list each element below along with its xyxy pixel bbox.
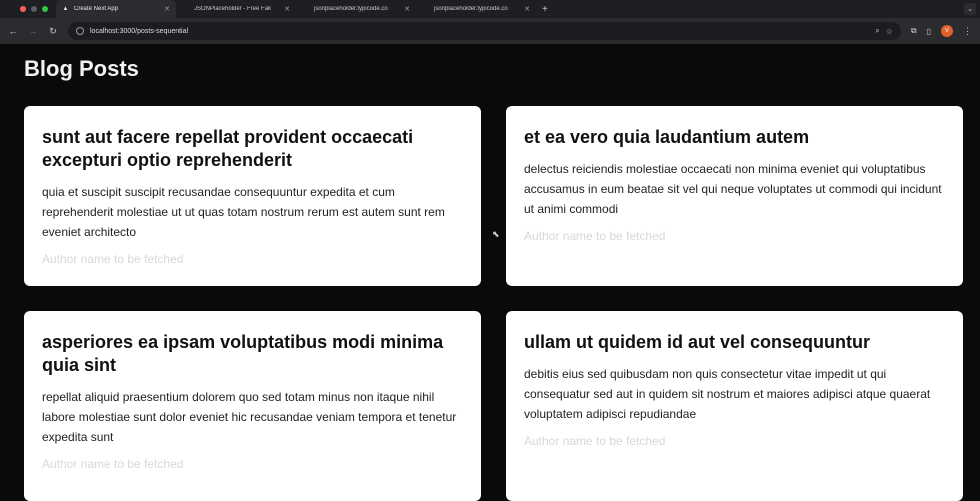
- bookmark-star-icon[interactable]: ☆: [886, 27, 893, 36]
- post-card: sunt aut facere repellat provident occae…: [24, 106, 481, 286]
- post-card: ullam ut quidem id aut vel consequuntur …: [506, 311, 963, 501]
- address-bar[interactable]: localhost:3000/posts-sequential ⌕ ☆: [68, 22, 901, 40]
- reload-icon[interactable]: ↻: [48, 26, 58, 37]
- page-viewport: Blog Posts sunt aut facere repellat prov…: [0, 44, 980, 501]
- tab-title: Create Next App: [74, 6, 119, 12]
- post-body: quia et suscipit suscipit recusandae con…: [42, 185, 445, 239]
- browser-toolbar: ← → ↻ localhost:3000/posts-sequential ⌕ …: [0, 18, 980, 44]
- forward-arrow-icon[interactable]: →: [28, 26, 38, 36]
- site-info-icon[interactable]: [76, 27, 84, 35]
- tab-create-next-app[interactable]: ▲ Create Next App ✕: [56, 0, 176, 18]
- post-title: et ea vero quia laudantium autem: [524, 127, 810, 147]
- post-author: Author name to be fetched: [42, 252, 184, 266]
- post-author: Author name to be fetched: [524, 229, 666, 243]
- tab-title: jsonplaceholder.typicode.co: [314, 6, 388, 12]
- zoom-icon[interactable]: ⌕: [875, 26, 879, 36]
- tab-title: JSONPlaceholder - Free Fak: [194, 6, 272, 12]
- tab-title: jsonplaceholder.typicode.co: [434, 6, 508, 12]
- post-card: asperiores ea ipsam voluptatibus modi mi…: [24, 311, 481, 501]
- tab-jsonplaceholder-2[interactable]: jsonplaceholder.typicode.co ✕: [296, 0, 416, 18]
- menu-kebab-icon[interactable]: ⋮: [963, 26, 972, 37]
- site-icon: [422, 6, 429, 13]
- close-icon[interactable]: ✕: [284, 5, 290, 13]
- post-title: sunt aut facere repellat provident occae…: [42, 127, 414, 170]
- post-card: et ea vero quia laudantium autem delectu…: [506, 106, 963, 286]
- tab-jsonplaceholder-3[interactable]: jsonplaceholder.typicode.co ✕: [416, 0, 536, 18]
- site-icon: [302, 6, 309, 13]
- close-icon[interactable]: ✕: [404, 5, 410, 13]
- maximize-window-button[interactable]: [42, 6, 48, 12]
- post-author: Author name to be fetched: [524, 434, 666, 448]
- post-body: repellat aliquid praesentium dolorem quo…: [42, 390, 457, 444]
- window-controls: [0, 6, 56, 12]
- sidebar-icon[interactable]: ▯: [927, 27, 931, 36]
- close-icon[interactable]: ✕: [164, 5, 170, 13]
- extensions-puzzle-icon[interactable]: ⧉: [911, 26, 917, 36]
- post-title: ullam ut quidem id aut vel consequuntur: [524, 332, 871, 352]
- close-window-button[interactable]: [20, 6, 26, 12]
- post-body: delectus reiciendis molestiae occaecati …: [524, 162, 942, 216]
- post-title: asperiores ea ipsam voluptatibus modi mi…: [42, 332, 444, 375]
- profile-avatar[interactable]: V: [941, 25, 953, 37]
- triangle-icon: ▲: [62, 6, 69, 12]
- new-tab-plus-icon[interactable]: +: [542, 4, 548, 15]
- site-icon: [182, 6, 189, 13]
- tab-search-chevron-icon[interactable]: ⌄: [964, 3, 976, 15]
- minimize-window-button[interactable]: [31, 6, 37, 12]
- post-author: Author name to be fetched: [42, 457, 184, 471]
- post-body: debitis eius sed quibusdam non quis cons…: [524, 367, 931, 421]
- tab-strip: ▲ Create Next App ✕ JSONPlaceholder - Fr…: [0, 0, 980, 18]
- mouse-cursor-icon: ⬉: [492, 229, 500, 239]
- url-text[interactable]: localhost:3000/posts-sequential: [90, 28, 869, 35]
- page-title: Blog Posts: [24, 56, 139, 81]
- tab-jsonplaceholder[interactable]: JSONPlaceholder - Free Fak ✕: [176, 0, 296, 18]
- back-arrow-icon[interactable]: ←: [8, 26, 18, 36]
- close-icon[interactable]: ✕: [524, 5, 530, 13]
